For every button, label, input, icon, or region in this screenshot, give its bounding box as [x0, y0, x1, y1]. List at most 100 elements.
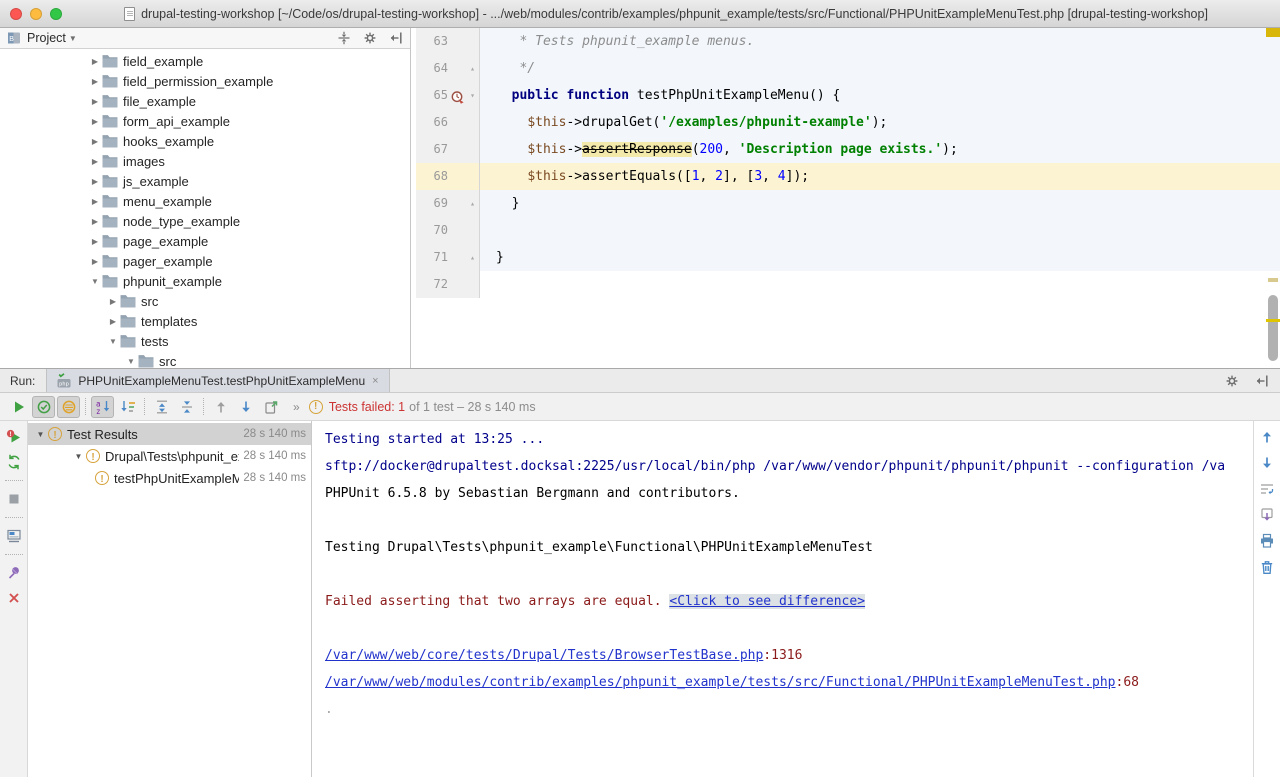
editor-gutter[interactable]: 67	[416, 136, 480, 163]
rerun-failed-tests-button[interactable]: !	[6, 429, 22, 445]
chevron-expanded-icon[interactable]: ▼	[72, 452, 85, 461]
scroll-up-button[interactable]	[1259, 429, 1275, 445]
code-line[interactable]: 65▾ public function testPhpUnitExampleMe…	[416, 82, 1280, 109]
chevron-expanded-icon[interactable]: ▼	[106, 337, 120, 346]
project-panel-title[interactable]: Project	[27, 31, 66, 45]
editor-gutter[interactable]: 69▴	[416, 190, 480, 217]
print-button[interactable]	[1259, 533, 1275, 549]
scroll-down-button[interactable]	[1259, 455, 1275, 471]
test-tree-row[interactable]: ▼!Drupal\Tests\phpunit_example\Functiona…	[28, 445, 311, 467]
chevron-expanded-icon[interactable]: ▼	[34, 430, 47, 439]
console-link[interactable]: /var/www/web/modules/contrib/examples/ph…	[325, 675, 1116, 690]
code-line[interactable]: 64▴ */	[416, 55, 1280, 82]
code-text[interactable]	[480, 217, 1280, 244]
collapse-all-button[interactable]	[175, 396, 198, 418]
project-tree-item[interactable]: ▶menu_example	[0, 191, 410, 211]
run-tab[interactable]: php PHPUnitExampleMenuTest.testPhpUnitEx…	[46, 369, 389, 392]
code-editor[interactable]: 63 * Tests phpunit_example menus.64▴ */6…	[411, 28, 1280, 368]
project-tree-item[interactable]: ▼tests	[0, 331, 410, 351]
close-window-button[interactable]	[10, 8, 22, 20]
test-failed-clock-icon[interactable]	[450, 88, 465, 103]
rerun-button[interactable]	[7, 396, 30, 418]
show-passed-toggle[interactable]	[32, 396, 55, 418]
soft-wrap-toggle[interactable]	[1259, 481, 1275, 497]
code-text[interactable]: $this->assertEquals([1, 2], [3, 4]);	[480, 163, 1280, 190]
project-tree-item[interactable]: ▶pager_example	[0, 251, 410, 271]
test-tree-row[interactable]: ▼!Test Results28 s 140 ms	[28, 423, 311, 445]
zoom-window-button[interactable]	[50, 8, 62, 20]
project-tree-item[interactable]: ▶images	[0, 151, 410, 171]
chevron-collapsed-icon[interactable]: ▶	[88, 97, 102, 106]
project-tree-item[interactable]: ▶file_example	[0, 91, 410, 111]
console-link[interactable]: /var/www/web/core/tests/Drupal/Tests/Bro…	[325, 648, 763, 663]
chevron-expanded-icon[interactable]: ▼	[88, 277, 102, 286]
project-tree-item[interactable]: ▶src	[0, 291, 410, 311]
chevron-collapsed-icon[interactable]: ▶	[88, 217, 102, 226]
code-line[interactable]: 63 * Tests phpunit_example menus.	[416, 28, 1280, 55]
editor-error-stripe[interactable]	[1266, 28, 1280, 368]
chevron-collapsed-icon[interactable]: ▶	[88, 57, 102, 66]
more-actions-chevrons[interactable]: »	[293, 400, 301, 414]
sort-alphabetically-toggle[interactable]: az	[91, 396, 114, 418]
pin-tab-button[interactable]	[6, 565, 22, 581]
sort-by-duration-toggle[interactable]	[116, 396, 139, 418]
code-line[interactable]: 72	[416, 271, 1280, 298]
editor-gutter[interactable]: 70	[416, 217, 480, 244]
chevron-expanded-icon[interactable]: ▼	[124, 357, 138, 366]
code-text[interactable]: }	[480, 190, 1280, 217]
chevron-collapsed-icon[interactable]: ▶	[88, 157, 102, 166]
chevron-collapsed-icon[interactable]: ▶	[106, 317, 120, 326]
minimize-window-button[interactable]	[30, 8, 42, 20]
chevron-collapsed-icon[interactable]: ▶	[88, 237, 102, 246]
chevron-collapsed-icon[interactable]: ▶	[88, 197, 102, 206]
project-tree-item[interactable]: ▼src	[0, 351, 410, 368]
code-text[interactable]: }	[480, 244, 1280, 271]
chevron-down-icon[interactable]: ▼	[69, 34, 77, 43]
chevron-collapsed-icon[interactable]: ▶	[88, 117, 102, 126]
next-failed-test-button[interactable]	[234, 396, 257, 418]
chevron-collapsed-icon[interactable]: ▶	[88, 177, 102, 186]
code-line[interactable]: 69▴ }	[416, 190, 1280, 217]
editor-gutter[interactable]: 66	[416, 109, 480, 136]
project-tree-item[interactable]: ▶templates	[0, 311, 410, 331]
project-tree-item[interactable]: ▶field_example	[0, 51, 410, 71]
project-tree-item[interactable]: ▶page_example	[0, 231, 410, 251]
clear-all-button[interactable]	[1259, 559, 1275, 575]
editor-gutter[interactable]: 63	[416, 28, 480, 55]
test-console[interactable]: Testing started at 13:25 ...sftp://docke…	[312, 421, 1280, 777]
chevron-collapsed-icon[interactable]: ▶	[88, 257, 102, 266]
code-text[interactable]	[480, 271, 1280, 298]
editor-gutter[interactable]: 71▴	[416, 244, 480, 271]
editor-gutter[interactable]: 68	[416, 163, 480, 190]
show-ignored-toggle[interactable]	[57, 396, 80, 418]
rerun-button[interactable]	[6, 454, 22, 470]
warning-stripe-mark[interactable]	[1268, 278, 1278, 282]
stop-button[interactable]	[6, 491, 22, 507]
editor-scrollbar-thumb[interactable]	[1268, 295, 1278, 361]
code-line[interactable]: 66 $this->drupalGet('/examples/phpunit-e…	[416, 109, 1280, 136]
fold-marker-icon[interactable]: ▴	[466, 55, 479, 82]
fold-marker-icon[interactable]: ▾	[466, 82, 479, 109]
hide-panel-button[interactable]	[388, 30, 404, 46]
gear-icon-button[interactable]	[1224, 373, 1240, 389]
project-tree-item[interactable]: ▶node_type_example	[0, 211, 410, 231]
close-button[interactable]	[6, 590, 22, 606]
editor-gutter[interactable]: 72	[416, 271, 480, 298]
hide-panel-button[interactable]	[1254, 373, 1270, 389]
project-tree-item[interactable]: ▶form_api_example	[0, 111, 410, 131]
chevron-collapsed-icon[interactable]: ▶	[88, 77, 102, 86]
code-line[interactable]: 70	[416, 217, 1280, 244]
chevron-collapsed-icon[interactable]: ▶	[106, 297, 120, 306]
project-tree-item[interactable]: ▼phpunit_example	[0, 271, 410, 291]
editor-gutter[interactable]: 65▾	[416, 82, 480, 109]
editor-gutter[interactable]: 64▴	[416, 55, 480, 82]
code-line[interactable]: 67 $this->assertResponse(200, 'Descripti…	[416, 136, 1280, 163]
project-tree-item[interactable]: ▶js_example	[0, 171, 410, 191]
previous-failed-test-button[interactable]	[209, 396, 232, 418]
restore-layout-button[interactable]	[6, 528, 22, 544]
code-line[interactable]: 71▴}	[416, 244, 1280, 271]
chevron-collapsed-icon[interactable]: ▶	[88, 137, 102, 146]
project-tree-item[interactable]: ▶hooks_example	[0, 131, 410, 151]
code-text[interactable]: * Tests phpunit_example menus.	[480, 28, 1280, 55]
scroll-to-end-button[interactable]	[1259, 507, 1275, 523]
